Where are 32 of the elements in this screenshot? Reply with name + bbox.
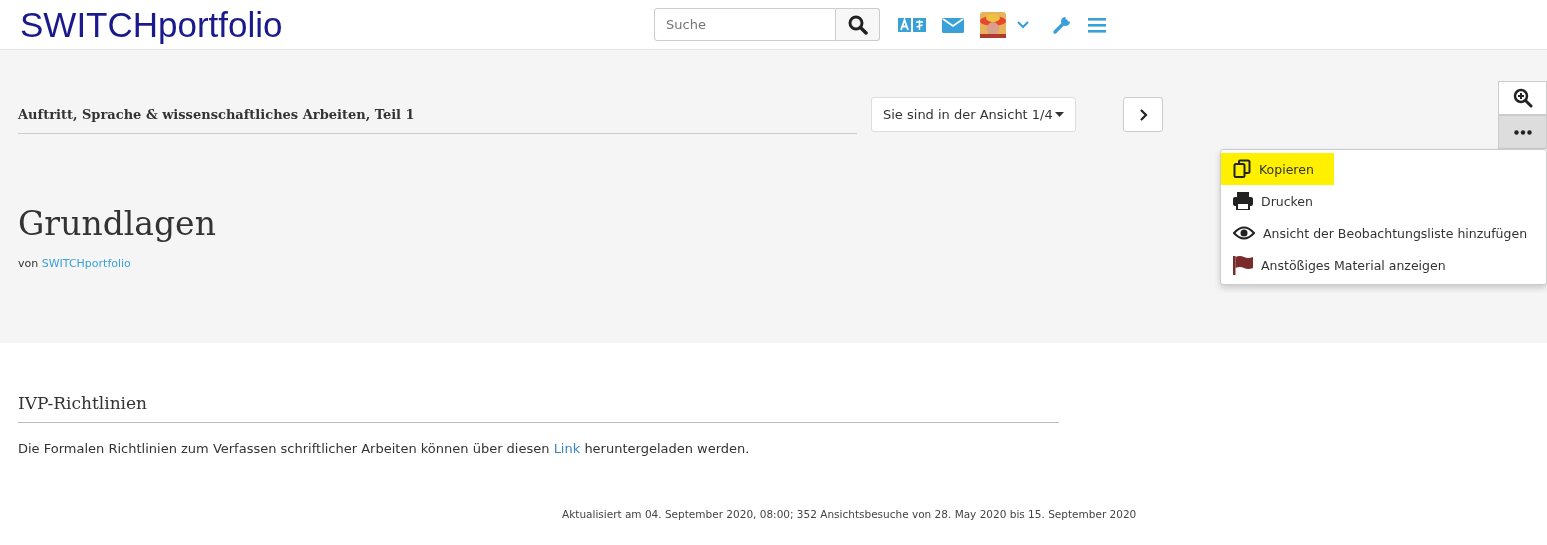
flag-icon: [1233, 255, 1253, 275]
search-button[interactable]: [836, 8, 880, 41]
footer-text: Aktualisiert am 04. September 2020, 08:00; 352 Ansichtsbesuche von 28. May 2020 bis 15. September 2020: [561, 507, 1138, 520]
download-link[interactable]: Link: [553, 441, 581, 456]
author-prefix: von: [18, 257, 39, 270]
menu-item[interactable]: Anstößiges Material anzeigen: [1221, 249, 1546, 281]
printer-icon: [1233, 192, 1253, 210]
page-title: Grundlagen: [18, 204, 216, 243]
zoom-in-icon: [1512, 88, 1533, 108]
mail-icon[interactable]: [942, 16, 964, 33]
paragraph: Die Formalen Richtlinien zum Verfassen schriftlicher Arbeiten können über diesen Link heruntergeladen werden.: [18, 441, 751, 456]
menu-item[interactable]: Kopieren: [1221, 153, 1334, 185]
language-icon[interactable]: [898, 16, 926, 33]
wrench-icon[interactable]: [1052, 14, 1072, 35]
more-icon: [1513, 129, 1532, 135]
search-icon: [847, 14, 868, 35]
copy-icon: [1233, 159, 1251, 179]
caret-icon: [1054, 111, 1064, 118]
section-heading: IVP-Richtlinien: [18, 393, 1059, 423]
menu-icon[interactable]: [1088, 16, 1106, 33]
menu-item[interactable]: Drucken: [1221, 185, 1546, 217]
view-dropdown[interactable]: Sie sind in der Ansicht 1/4: [871, 97, 1076, 132]
zoom-button[interactable]: [1498, 81, 1547, 115]
chevron-right-icon: [1137, 108, 1148, 121]
chevron-down-icon[interactable]: [1016, 19, 1030, 30]
menu-item[interactable]: Ansicht der Beobachtungsliste hinzufügen: [1221, 217, 1546, 249]
site-logo[interactable]: SWITCHportfolio: [20, 4, 654, 45]
eye-icon: [1233, 226, 1255, 240]
more-button[interactable]: [1498, 115, 1547, 149]
collection-title: Auftritt, Sprache & wissenschaftliches Arbeiten, Teil 1: [18, 107, 857, 134]
next-button[interactable]: [1122, 97, 1163, 132]
search-field[interactable]: Suche: [654, 8, 836, 41]
